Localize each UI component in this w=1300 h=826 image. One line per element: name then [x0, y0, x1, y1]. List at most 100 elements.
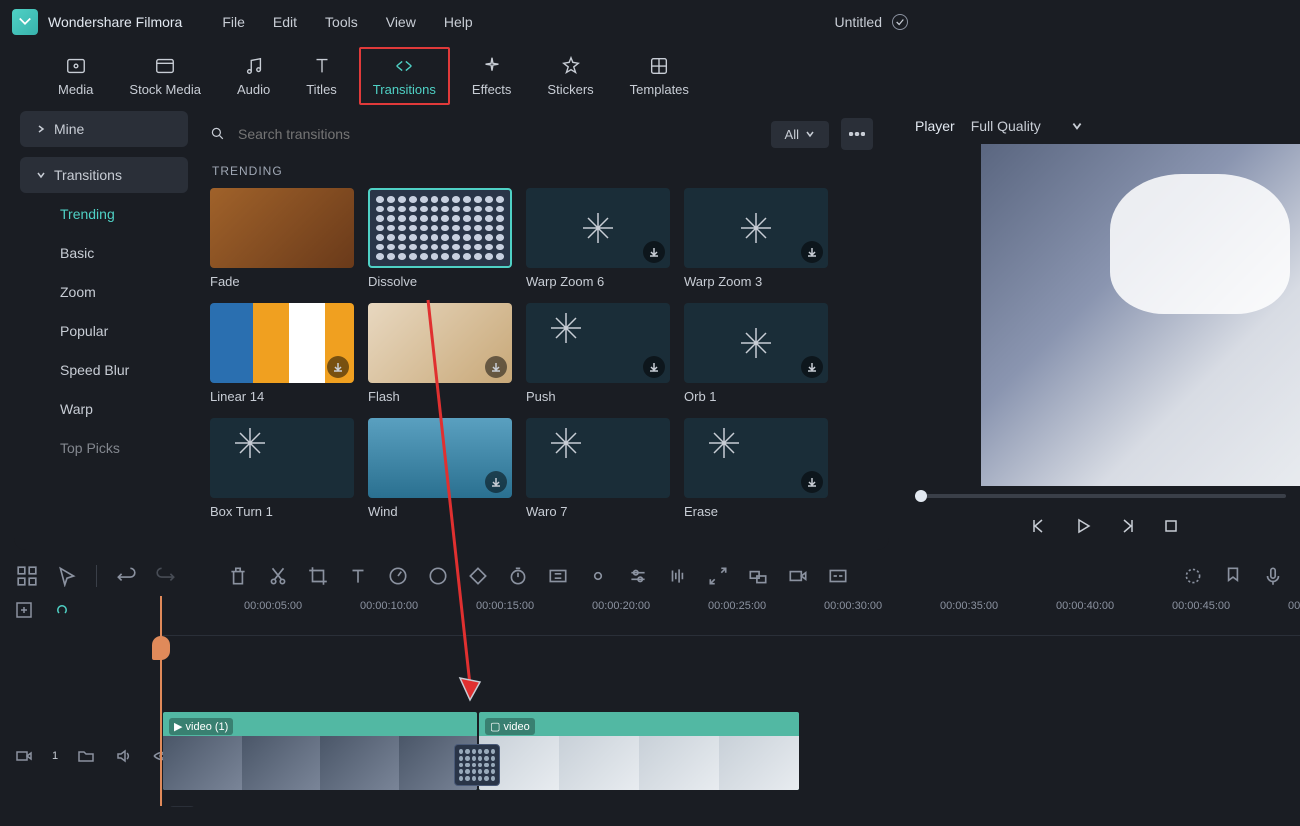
transition-label: Push — [526, 389, 670, 404]
text-button[interactable] — [347, 565, 369, 587]
tab-transitions[interactable]: Transitions — [355, 49, 454, 103]
sidebar-item-popular[interactable]: Popular — [20, 313, 188, 349]
sidebar-item-zoom[interactable]: Zoom — [20, 274, 188, 310]
link-track-button[interactable] — [52, 600, 72, 620]
keyframe-button[interactable] — [467, 565, 489, 587]
fit-button[interactable] — [547, 565, 569, 587]
delete-button[interactable] — [227, 565, 249, 587]
search-input[interactable] — [238, 126, 759, 142]
quality-label: Full Quality — [971, 118, 1041, 134]
menu-file[interactable]: File — [222, 14, 245, 30]
video-clip-2[interactable]: ▢ video — [479, 712, 799, 790]
timer-button[interactable] — [507, 565, 529, 587]
crop-button[interactable] — [307, 565, 329, 587]
download-icon[interactable] — [327, 356, 349, 378]
stop-button[interactable] — [1161, 516, 1181, 536]
ruler-tick: 00:00:20:00 — [592, 600, 650, 612]
menu-view[interactable]: View — [386, 14, 416, 30]
speed-button[interactable] — [387, 565, 409, 587]
download-icon[interactable] — [485, 356, 507, 378]
add-track-button[interactable] — [14, 600, 34, 620]
more-button[interactable] — [841, 118, 873, 150]
sidebar-item-basic[interactable]: Basic — [20, 235, 188, 271]
transition-thumb — [526, 303, 670, 383]
menu-tools[interactable]: Tools — [325, 14, 358, 30]
transition-card-waro-7[interactable]: Waro 7 — [526, 418, 670, 519]
transition-card-fade[interactable]: Fade — [210, 188, 354, 289]
tab-audio[interactable]: Audio — [219, 49, 288, 103]
tab-media[interactable]: Media — [40, 49, 111, 103]
download-icon[interactable] — [801, 241, 823, 263]
transition-card-warp-zoom-6[interactable]: Warp Zoom 6 — [526, 188, 670, 289]
color-button[interactable] — [427, 565, 449, 587]
transition-card-linear-14[interactable]: Linear 14 — [210, 303, 354, 404]
filter-dropdown[interactable]: All — [771, 121, 829, 148]
sidebar-transitions[interactable]: Transitions — [20, 157, 188, 193]
download-icon[interactable] — [643, 241, 665, 263]
detach-button[interactable] — [707, 565, 729, 587]
render-button[interactable] — [1182, 565, 1204, 587]
layout-button[interactable] — [16, 565, 38, 587]
video-clip-1[interactable]: ▶ video (1) — [163, 712, 477, 790]
preview-header: Player Full Quality — [901, 108, 1300, 144]
transition-card-orb-1[interactable]: Orb 1 — [684, 303, 828, 404]
filter-label: All — [785, 127, 799, 142]
transition-label: Waro 7 — [526, 504, 670, 519]
sidebar-item-speed-blur[interactable]: Speed Blur — [20, 352, 188, 388]
cut-button[interactable] — [267, 565, 289, 587]
playhead[interactable] — [160, 596, 162, 806]
saved-check-icon — [892, 14, 908, 30]
transition-card-warp-zoom-3[interactable]: Warp Zoom 3 — [684, 188, 828, 289]
audio-button[interactable] — [667, 565, 689, 587]
folder-icon[interactable] — [76, 746, 96, 766]
transition-card-box-turn-1[interactable]: Box Turn 1 — [210, 418, 354, 519]
ruler-tick: 00 — [1288, 600, 1300, 612]
redo-button[interactable] — [155, 565, 177, 587]
menu-edit[interactable]: Edit — [273, 14, 297, 30]
link-button[interactable] — [587, 565, 609, 587]
preview-viewport[interactable] — [981, 144, 1300, 486]
mic-button[interactable] — [1262, 565, 1284, 587]
marker-button[interactable] — [1222, 565, 1244, 587]
sidebar-item-trending[interactable]: Trending — [20, 196, 188, 232]
sidebar-item-warp[interactable]: Warp — [20, 391, 188, 427]
tab-effects[interactable]: Effects — [454, 49, 530, 103]
preview-tab-player[interactable]: Player — [915, 118, 955, 134]
sidebar-item-top-picks[interactable]: Top Picks — [20, 430, 188, 466]
prev-frame-button[interactable] — [1029, 516, 1049, 536]
tab-templates[interactable]: Templates — [612, 49, 707, 103]
video-track-icon — [14, 746, 34, 766]
quality-dropdown[interactable]: Full Quality — [971, 118, 1083, 134]
download-icon[interactable] — [801, 471, 823, 493]
select-button[interactable] — [56, 565, 78, 587]
scrubber-handle[interactable] — [915, 490, 927, 502]
download-icon[interactable] — [485, 471, 507, 493]
next-frame-button[interactable] — [1117, 516, 1137, 536]
subtitle-button[interactable] — [827, 565, 849, 587]
transition-card-flash[interactable]: Flash — [368, 303, 512, 404]
title-bar: Wondershare Filmora File Edit Tools View… — [0, 0, 1300, 44]
tab-stock-media[interactable]: Stock Media — [111, 49, 219, 103]
download-icon[interactable] — [801, 356, 823, 378]
transition-on-timeline[interactable] — [454, 744, 500, 786]
timeline-left-controls — [14, 600, 72, 620]
play-button[interactable] — [1073, 516, 1093, 536]
transition-card-dissolve[interactable]: Dissolve — [368, 188, 512, 289]
download-icon[interactable] — [643, 356, 665, 378]
record-button[interactable] — [787, 565, 809, 587]
mute-track-button[interactable] — [114, 746, 134, 766]
sidebar-mine[interactable]: Mine — [20, 111, 188, 147]
transition-card-erase[interactable]: Erase — [684, 418, 828, 519]
timeline-ruler[interactable]: 00:00:05:0000:00:10:0000:00:15:0000:00:2… — [160, 596, 1300, 636]
transition-thumb — [684, 418, 828, 498]
group-button[interactable] — [747, 565, 769, 587]
tab-stickers[interactable]: Stickers — [529, 49, 611, 103]
transition-card-push[interactable]: Push — [526, 303, 670, 404]
transition-card-wind[interactable]: Wind — [368, 418, 512, 519]
ruler-tick: 00:00:10:00 — [360, 600, 418, 612]
adjust-button[interactable] — [627, 565, 649, 587]
preview-scrubber[interactable] — [915, 494, 1286, 498]
menu-help[interactable]: Help — [444, 14, 473, 30]
tab-titles[interactable]: Titles — [288, 49, 355, 103]
undo-button[interactable] — [115, 565, 137, 587]
